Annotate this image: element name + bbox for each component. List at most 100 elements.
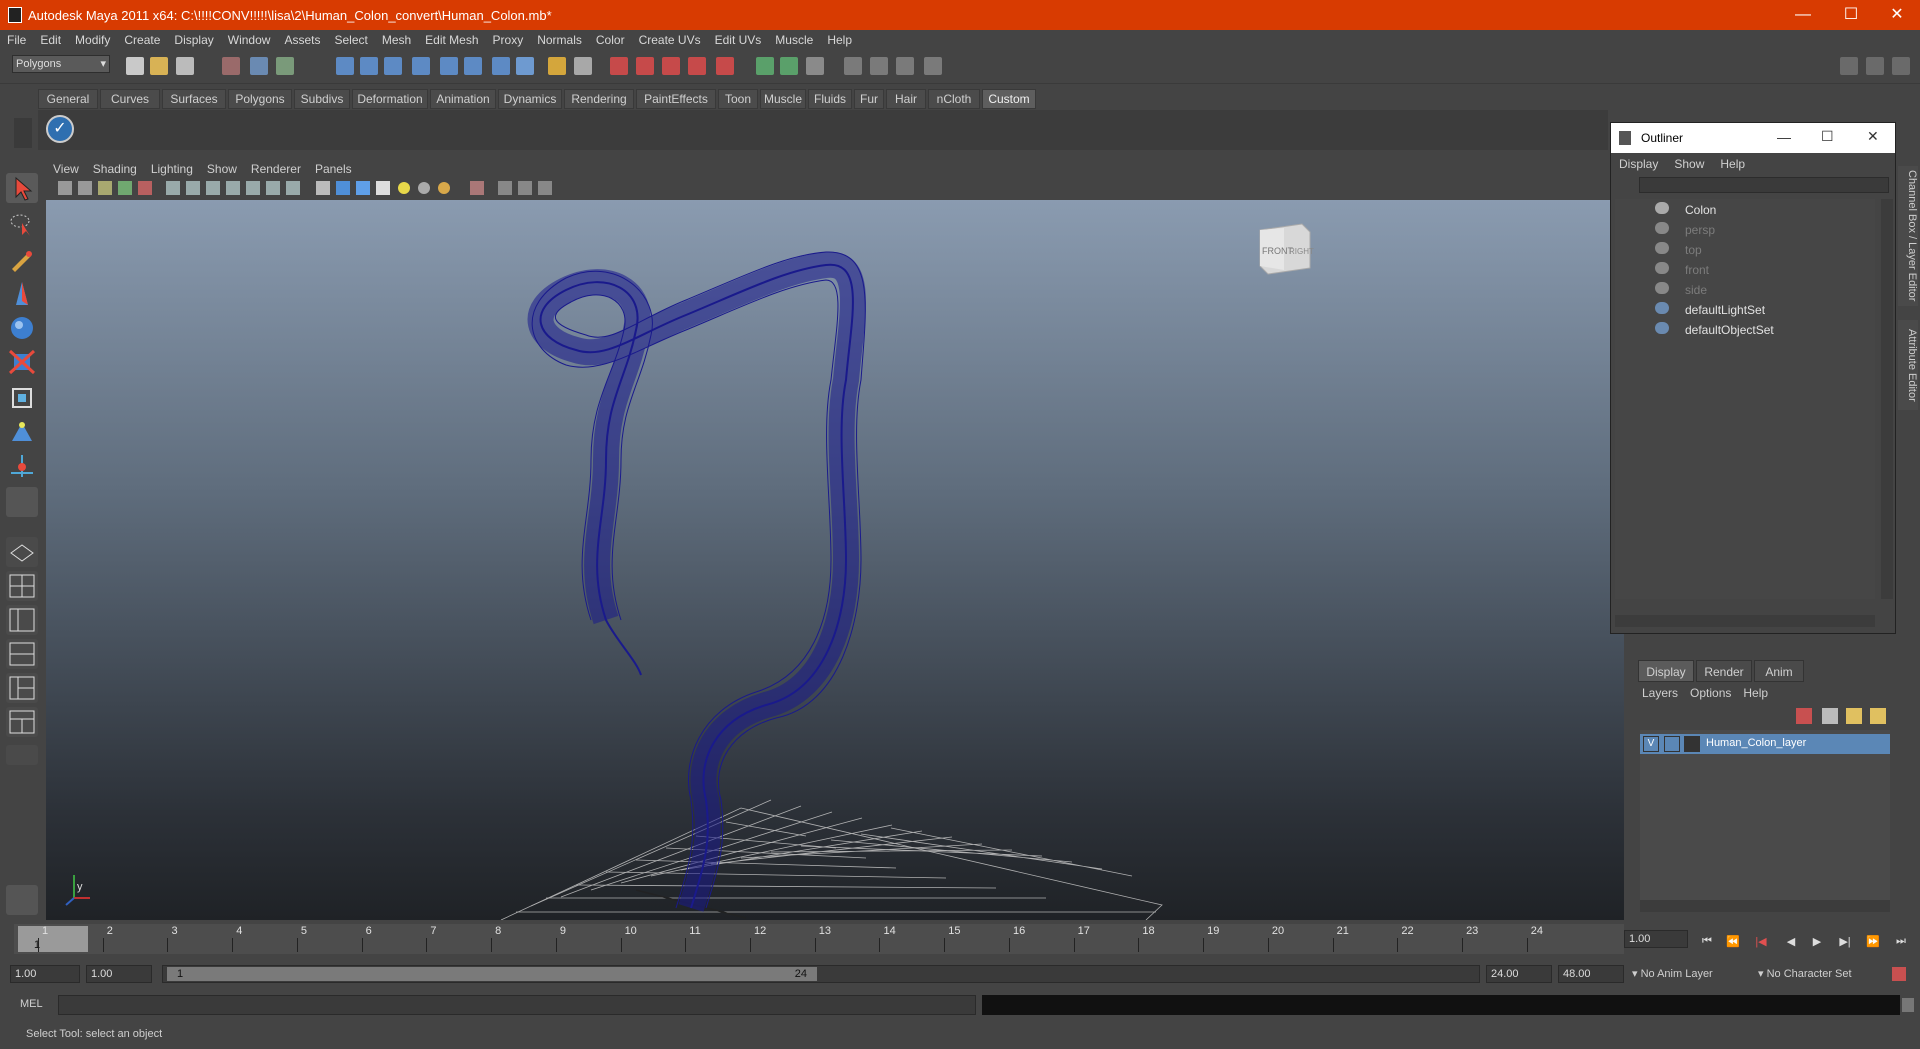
vp-menu-renderer[interactable]: Renderer bbox=[244, 160, 308, 178]
selection-mask-icon[interactable] bbox=[574, 57, 592, 75]
input-ops-icon[interactable] bbox=[756, 57, 774, 75]
playback-start-field[interactable]: 1.00 bbox=[86, 965, 152, 983]
vp-menu-show[interactable]: Show bbox=[200, 160, 244, 178]
menu-muscle[interactable]: Muscle bbox=[768, 30, 820, 50]
step-forward-key-icon[interactable]: ⏩ bbox=[1864, 935, 1882, 949]
range-track[interactable]: 1 24 bbox=[162, 965, 1480, 983]
layout-icon[interactable] bbox=[1840, 57, 1858, 75]
film-gate-icon[interactable] bbox=[186, 181, 200, 195]
new-layer-icon[interactable] bbox=[1796, 708, 1812, 724]
vp-menu-panels[interactable]: Panels bbox=[308, 160, 359, 178]
shelf-tab-muscle[interactable]: Muscle bbox=[760, 89, 806, 109]
manipulator-tool-icon[interactable] bbox=[6, 383, 38, 413]
layer-visibility-toggle[interactable]: V bbox=[1643, 736, 1659, 752]
snap-edge-icon[interactable] bbox=[688, 57, 706, 75]
perspective-viewport[interactable]: FRONT RIGHT y bbox=[46, 200, 1624, 920]
help-question-icon[interactable] bbox=[516, 57, 534, 75]
select-component-icon[interactable] bbox=[276, 57, 294, 75]
shelf-tab-polygons[interactable]: Polygons bbox=[228, 89, 292, 109]
outliner-item-default-light-set[interactable]: defaultLightSet bbox=[1655, 299, 1875, 319]
outliner-menu-help[interactable]: Help bbox=[1712, 155, 1753, 173]
isolate-select-icon[interactable] bbox=[470, 181, 484, 195]
menu-modify[interactable]: Modify bbox=[68, 30, 117, 50]
outliner-close-icon[interactable]: ✕ bbox=[1867, 128, 1879, 145]
layout-graph-icon[interactable] bbox=[6, 639, 38, 669]
outliner-item-top[interactable]: top bbox=[1655, 239, 1875, 259]
menu-assets[interactable]: Assets bbox=[277, 30, 327, 50]
snap-grid-icon[interactable] bbox=[336, 57, 354, 75]
output-ops-icon[interactable] bbox=[780, 57, 798, 75]
layer-sort-icon[interactable] bbox=[1870, 708, 1886, 724]
menu-display[interactable]: Display bbox=[167, 30, 220, 50]
shelf-tab-fluids[interactable]: Fluids bbox=[808, 89, 852, 109]
safe-title-icon[interactable] bbox=[286, 181, 300, 195]
shelf-options-icon[interactable] bbox=[14, 118, 32, 148]
outliner-menu-show[interactable]: Show bbox=[1666, 155, 1712, 173]
save-scene-icon[interactable] bbox=[176, 57, 194, 75]
snap-view-plane-icon[interactable] bbox=[412, 57, 430, 75]
menu-edit-uvs[interactable]: Edit UVs bbox=[708, 30, 769, 50]
layer-menu-layers[interactable]: Layers bbox=[1636, 684, 1684, 702]
shelf-tab-animation[interactable]: Animation bbox=[430, 89, 496, 109]
menu-file[interactable]: File bbox=[0, 30, 33, 50]
more-layouts-icon[interactable] bbox=[6, 745, 38, 765]
command-language-label[interactable]: MEL bbox=[20, 998, 43, 1010]
outliner-maximize-icon[interactable]: ☐ bbox=[1821, 128, 1834, 145]
go-to-end-icon[interactable]: ⏭ bbox=[1892, 935, 1910, 949]
channel-box-side-tab[interactable]: Channel Box / Layer Editor bbox=[1898, 166, 1918, 306]
shelf-tab-deformation[interactable]: Deformation bbox=[352, 89, 428, 109]
snap-vertex-icon[interactable] bbox=[662, 57, 680, 75]
vp-menu-lighting[interactable]: Lighting bbox=[144, 160, 200, 178]
shelf-tab-painteffects[interactable]: PaintEffects bbox=[636, 89, 716, 109]
layout-four-icon[interactable] bbox=[6, 571, 38, 601]
open-scene-icon[interactable] bbox=[150, 57, 168, 75]
vp-menu-shading[interactable]: Shading bbox=[86, 160, 144, 178]
character-set-dropdown[interactable]: ▾ No Character Set bbox=[1758, 965, 1888, 983]
snap-together-icon[interactable] bbox=[610, 57, 628, 75]
construction-history-icon[interactable] bbox=[492, 57, 510, 75]
current-time-field[interactable]: 1.00 bbox=[1624, 930, 1688, 948]
shelf-tab-curves[interactable]: Curves bbox=[100, 89, 160, 109]
layer-menu-options[interactable]: Options bbox=[1684, 684, 1737, 702]
shelf-tab-hair[interactable]: Hair bbox=[886, 89, 926, 109]
playback-end-field[interactable]: 24.00 bbox=[1486, 965, 1552, 983]
menu-edit-mesh[interactable]: Edit Mesh bbox=[418, 30, 485, 50]
menu-create-uvs[interactable]: Create UVs bbox=[632, 30, 708, 50]
view-two-d-icon[interactable] bbox=[138, 181, 152, 195]
shelf-tab-custom[interactable]: Custom bbox=[982, 89, 1036, 109]
layout-side-icon[interactable] bbox=[6, 605, 38, 635]
layer-display-type-toggle[interactable] bbox=[1664, 736, 1680, 752]
resolution-gate-icon[interactable] bbox=[206, 181, 220, 195]
lock-icon[interactable] bbox=[548, 57, 566, 75]
outliner-filter-input[interactable] bbox=[1639, 177, 1889, 193]
mel-command-input[interactable] bbox=[58, 995, 976, 1015]
autokey-icon[interactable] bbox=[1892, 967, 1906, 981]
shelf-tab-general[interactable]: General bbox=[38, 89, 98, 109]
show-manipulator-icon[interactable] bbox=[6, 451, 38, 481]
gate-mask-icon[interactable] bbox=[226, 181, 240, 195]
layer-add-icon[interactable] bbox=[1846, 708, 1862, 724]
script-editor-icon[interactable] bbox=[1902, 998, 1914, 1012]
minimize-button[interactable]: — bbox=[1780, 0, 1826, 30]
menuset-dropdown[interactable]: Polygons ▾ bbox=[12, 55, 110, 73]
field-chart-icon[interactable] bbox=[246, 181, 260, 195]
smooth-shade-icon[interactable] bbox=[336, 181, 350, 195]
xray-joints-icon[interactable] bbox=[518, 181, 532, 195]
move-tool-icon[interactable] bbox=[6, 279, 38, 309]
anim-layer-dropdown[interactable]: ▾ No Anim Layer bbox=[1632, 965, 1754, 983]
menu-mesh[interactable]: Mesh bbox=[375, 30, 418, 50]
shelf-tab-toon[interactable]: Toon bbox=[718, 89, 758, 109]
layer-tab-render[interactable]: Render bbox=[1696, 660, 1752, 682]
time-slider[interactable]: 1 12345678910111213141516171819202122232… bbox=[14, 924, 1624, 954]
outliner-item-front[interactable]: front bbox=[1655, 259, 1875, 279]
last-tool-icon[interactable] bbox=[6, 487, 38, 517]
outliner-item-side[interactable]: side bbox=[1655, 279, 1875, 299]
render-settings-icon[interactable] bbox=[896, 57, 914, 75]
ipr-render-icon[interactable] bbox=[870, 57, 888, 75]
safe-action-icon[interactable] bbox=[266, 181, 280, 195]
paint-select-icon[interactable] bbox=[6, 245, 38, 275]
menu-help[interactable]: Help bbox=[820, 30, 859, 50]
view-cube[interactable]: FRONT RIGHT bbox=[1259, 223, 1314, 275]
play-forward-icon[interactable]: ▶ bbox=[1808, 935, 1826, 949]
wireframe-on-shaded-icon[interactable] bbox=[356, 181, 370, 195]
